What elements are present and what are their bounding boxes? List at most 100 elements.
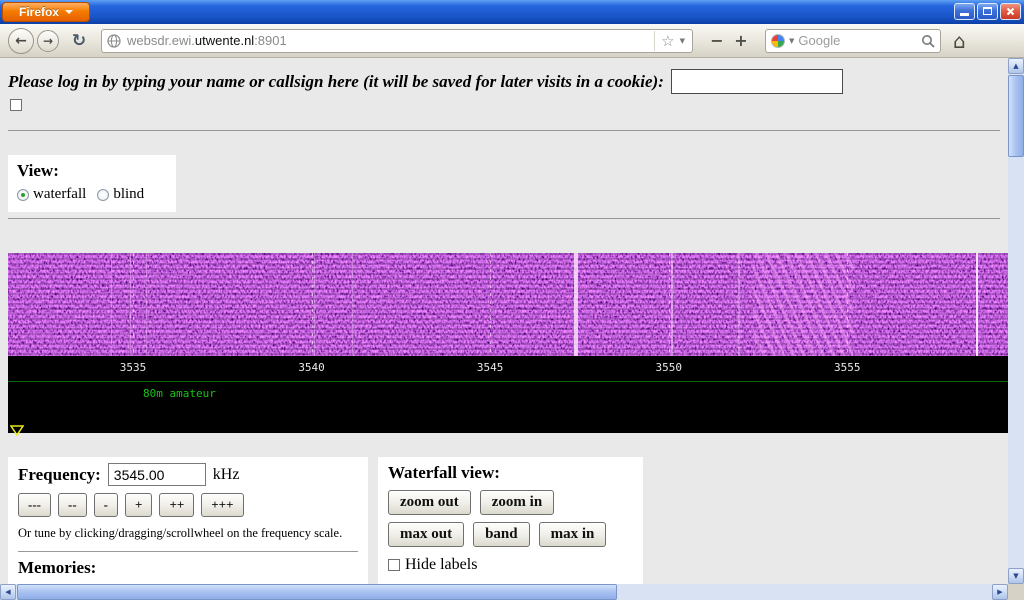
freq-step-+++-button[interactable]: +++ [201, 493, 243, 517]
url-dropdown-icon[interactable]: ▼ [680, 37, 685, 45]
vertical-scrollbar-thumb[interactable] [1008, 75, 1024, 157]
hide-labels-checkbox[interactable] [388, 559, 400, 571]
signal-trace [352, 253, 353, 356]
waterfall-scanlines [8, 253, 1008, 356]
minus-icon: − [710, 31, 723, 50]
view-options: waterfall blind [17, 186, 167, 203]
band-label: 80m amateur [143, 387, 216, 400]
blind-radio-label[interactable]: blind [113, 186, 144, 203]
url-port: :8901 [254, 33, 287, 48]
waterfall-block: 35353540354535503555 80m amateur [8, 253, 1008, 433]
waterfall-band-strip: 80m amateur [8, 378, 1008, 433]
frequency-grid-line [312, 253, 313, 356]
close-button[interactable] [1000, 3, 1021, 20]
wf-max-in-button[interactable]: max in [539, 522, 607, 547]
home-icon: ⌂ [953, 29, 966, 53]
signal-trace [738, 253, 740, 356]
globe-icon [107, 34, 121, 48]
view-box: View: waterfall blind [8, 155, 176, 212]
maximize-button[interactable] [977, 3, 998, 20]
login-row: Please log in by typing your name or cal… [8, 69, 843, 94]
frequency-tick-label: 3545 [477, 361, 504, 374]
horizontal-scrollbar[interactable]: ◀ ▶ [0, 584, 1008, 600]
signal-trace [976, 253, 978, 356]
frequency-panel: Frequency: kHz ------++++++ Or tune by c… [8, 457, 368, 584]
signal-trace [111, 253, 112, 356]
refresh-icon: ↻ [72, 31, 86, 51]
zoom-out-control[interactable]: − [705, 31, 729, 50]
waterfall-radio-label[interactable]: waterfall [33, 186, 86, 203]
wf-max-out-button[interactable]: max out [388, 522, 464, 547]
minimize-icon [960, 13, 969, 16]
refresh-button[interactable]: ↻ [67, 29, 91, 53]
url-bar-controls: ☆ ▼ [654, 31, 687, 51]
blind-radio[interactable] [97, 189, 109, 201]
freq-step-----button[interactable]: --- [18, 493, 51, 517]
scroll-up-button[interactable]: ▲ [1008, 58, 1024, 74]
back-button[interactable]: ← [8, 28, 34, 54]
band-button-row: max out band max in [388, 522, 633, 547]
login-checkbox[interactable] [10, 99, 22, 111]
vertical-scrollbar[interactable]: ▲ ▼ [1008, 58, 1024, 584]
frequency-grid-line [490, 253, 491, 356]
forward-button[interactable]: → [37, 30, 59, 52]
freq-step-++-button[interactable]: ++ [159, 493, 194, 517]
freq-step-row: ------++++++ [18, 493, 358, 517]
close-icon [1006, 7, 1015, 16]
navigation-toolbar: ← → ↻ websdr.ewi.utwente.nl:8901 ☆ ▼ − +… [0, 24, 1024, 58]
signal-trace [671, 253, 673, 356]
minimize-button[interactable] [954, 3, 975, 20]
waterfall-radio[interactable] [17, 189, 29, 201]
callsign-input[interactable] [671, 69, 843, 94]
frequency-tick-label: 3550 [655, 361, 682, 374]
signal-trace [146, 253, 147, 356]
firefox-menu-button[interactable]: Firefox [2, 2, 90, 22]
back-icon: ← [15, 33, 27, 49]
titlebar: Firefox [0, 0, 1024, 24]
search-magnifier-icon[interactable] [921, 34, 935, 48]
home-button[interactable]: ⌂ [953, 29, 966, 53]
divider [8, 218, 1000, 219]
frequency-tick-label: 3555 [834, 361, 861, 374]
waterfall-display[interactable] [8, 253, 1008, 356]
frequency-grid-line [669, 253, 670, 356]
url-text[interactable]: websdr.ewi.utwente.nl:8901 [127, 33, 654, 48]
freq-step---button[interactable]: - [94, 493, 118, 517]
scroll-right-button[interactable]: ▶ [992, 584, 1008, 600]
waterfall-frequency-scale[interactable]: 35353540354535503555 [8, 356, 1008, 378]
signal-trace [314, 253, 315, 356]
scroll-left-button[interactable]: ◀ [0, 584, 16, 600]
waterfall-view-title: Waterfall view: [388, 463, 633, 483]
freq-step-+-button[interactable]: + [125, 493, 152, 517]
bookmark-star-icon[interactable]: ☆ [661, 32, 674, 50]
wf-band-button[interactable]: band [473, 522, 530, 547]
maximize-icon [983, 7, 992, 15]
firefox-menu-label: Firefox [19, 5, 59, 19]
scroll-down-button[interactable]: ▼ [1008, 568, 1024, 584]
band-line [8, 381, 1008, 382]
zoom-in-control[interactable]: + [729, 31, 753, 50]
frequency-input[interactable] [108, 463, 206, 486]
frequency-label: Frequency: [18, 465, 101, 485]
browser-window: Firefox ← → ↻ websdr.ewi.utwente.nl:8901… [0, 0, 1024, 600]
wf-zoom-out-button[interactable]: zoom out [388, 490, 471, 515]
zoom-button-row: zoom out zoom in [388, 490, 633, 515]
forward-icon: → [43, 34, 53, 48]
wf-zoom-in-button[interactable]: zoom in [480, 490, 554, 515]
divider [8, 130, 1000, 131]
search-engine-dropdown-icon[interactable]: ▼ [789, 37, 794, 45]
search-box[interactable]: ▼ [765, 29, 941, 53]
frequency-tick-label: 3540 [298, 361, 325, 374]
page-content: Please log in by typing your name or cal… [0, 58, 1008, 584]
hide-labels-label[interactable]: Hide labels [405, 556, 477, 574]
signal-patch [753, 253, 853, 356]
url-bar[interactable]: websdr.ewi.utwente.nl:8901 ☆ ▼ [101, 29, 693, 53]
horizontal-scrollbar-thumb[interactable] [17, 584, 617, 600]
memories-label: Memories: [18, 558, 358, 578]
frequency-grid-line [133, 253, 134, 356]
window-controls [954, 3, 1021, 20]
tuning-marker-icon[interactable] [10, 425, 24, 436]
search-input[interactable] [798, 33, 917, 48]
freq-step----button[interactable]: -- [58, 493, 87, 517]
frequency-unit: kHz [213, 466, 240, 484]
